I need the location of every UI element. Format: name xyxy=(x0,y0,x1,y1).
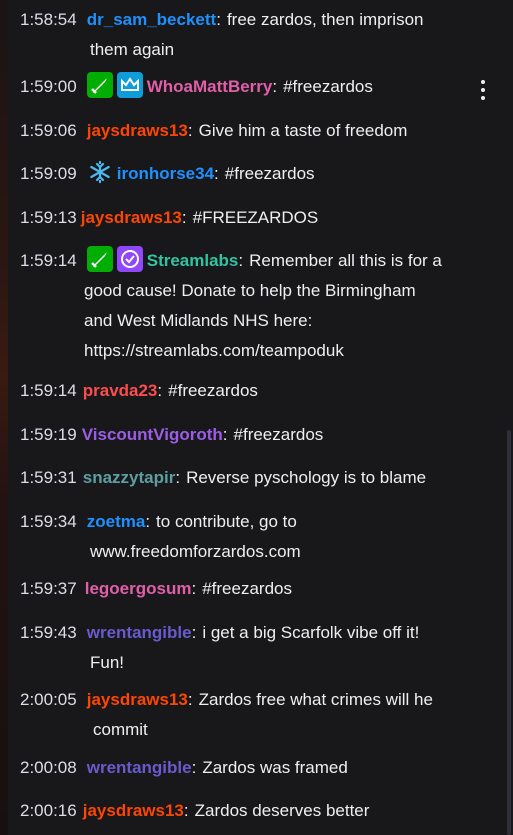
timestamp: 1:59:19 xyxy=(20,425,77,444)
message-text: free zardos, then imprison xyxy=(226,10,424,29)
chat-message: 2:00:16 jaysdraws13: Zardos deserves bette… xyxy=(20,796,490,826)
username[interactable]: Streamlabs xyxy=(147,251,239,270)
timestamp: 1:59:43 xyxy=(20,623,77,642)
username[interactable]: snazzytapir xyxy=(83,468,176,487)
message-text: Zardos was framed xyxy=(202,758,348,777)
message-link[interactable]: https://streamlabs.com/teampoduk xyxy=(20,341,344,360)
message-text-continued: good cause! Donate to help the Birmingha… xyxy=(84,281,416,300)
username[interactable]: jaysdraws13 xyxy=(83,801,184,820)
chat-message: 1:59:06 jaysdraws13: Give him a taste of f… xyxy=(20,116,490,146)
message-text-continued: them again xyxy=(90,40,175,59)
verified-icon[interactable] xyxy=(116,246,143,272)
message-text-continued: Fun! xyxy=(90,653,125,672)
message-text: Remember all this is for a xyxy=(249,251,442,270)
timestamp: 1:58:54 xyxy=(20,10,77,29)
chat-message: 1:59:14 pravda23: #freezardos xyxy=(20,376,490,406)
timestamp: 1:59:09 xyxy=(20,164,77,183)
message-text: #freezardos xyxy=(233,425,324,444)
username[interactable]: jaysdraws13 xyxy=(87,121,188,140)
username[interactable]: jaysdraws13 xyxy=(87,690,188,709)
timestamp: 1:59:14 xyxy=(20,251,77,270)
more-options-icon[interactable] xyxy=(479,78,487,102)
message-text-continued: commit xyxy=(93,720,148,739)
chat-message: 1:58:54 dr_sam_beckett: free zardos, then … xyxy=(20,5,490,65)
message-text: #freezardos xyxy=(283,77,373,96)
timestamp: 1:59:06 xyxy=(20,121,77,140)
message-text: i get a big Scarfolk vibe off it! xyxy=(202,623,420,642)
username[interactable]: ironhorse34 xyxy=(117,164,214,183)
chat-message: 1:59:00 WhoaMattBerry: #freezardos xyxy=(20,72,490,102)
chat-message: 1:59:34 zoetma: to contribute, go to www.f… xyxy=(20,507,490,567)
timestamp: 2:00:05 xyxy=(20,690,77,709)
message-text-continued: and West Midlands NHS here: xyxy=(84,311,313,330)
message-text: to contribute, go to xyxy=(156,512,297,531)
message-text: Give him a taste of freedom xyxy=(198,121,408,140)
sword-icon[interactable] xyxy=(86,246,113,272)
username[interactable]: ViscountVigoroth xyxy=(82,425,223,444)
message-text: Zardos free what crimes will he xyxy=(198,690,433,709)
chat-message: 2:00:08 wrentangible: Zardos was framed xyxy=(20,753,490,783)
chat-message: 1:59:13 jaysdraws13: #FREEZARDOS xyxy=(20,203,490,233)
timestamp: 1:59:00 xyxy=(20,77,77,96)
snowflake-icon[interactable] xyxy=(87,159,113,185)
chat-message: 1:59:43 wrentangible: i get a big Scarfolk… xyxy=(20,618,490,678)
message-text: #FREEZARDOS xyxy=(192,208,319,227)
chat-message: 1:59:31 snazzytapir: Reverse pyschology is… xyxy=(20,463,490,493)
background-stream-edge xyxy=(0,0,8,835)
crown-icon[interactable] xyxy=(116,72,143,98)
timestamp: 1:59:13 xyxy=(20,208,77,227)
message-text: #freezardos xyxy=(202,579,292,598)
timestamp: 2:00:08 xyxy=(20,758,77,777)
message-text: Zardos deserves better xyxy=(194,801,370,820)
message-text: #freezardos xyxy=(168,381,258,400)
username[interactable]: legoergosum xyxy=(85,579,192,598)
timestamp: 2:00:16 xyxy=(20,801,77,820)
chat-message: 2:00:05 jaysdraws13: Zardos free what crim… xyxy=(20,685,490,745)
sword-icon[interactable] xyxy=(86,72,113,98)
message-text: #freezardos xyxy=(224,164,315,183)
username[interactable]: zoetma xyxy=(87,512,146,531)
scrollbar[interactable] xyxy=(507,430,511,835)
message-text-continued: www.freedomforzardos.com xyxy=(90,542,301,561)
chat-list: 1:58:54 dr_sam_beckett: free zardos, then … xyxy=(8,0,505,835)
chat-message: 1:59:09 ironhorse34: #freezardos xyxy=(20,159,490,189)
message-text: Reverse pyschology is to blame xyxy=(186,468,427,487)
username[interactable]: wrentangible xyxy=(87,623,192,642)
username[interactable]: jaysdraws13 xyxy=(81,208,182,227)
timestamp: 1:59:31 xyxy=(20,468,77,487)
timestamp: 1:59:34 xyxy=(20,512,77,531)
chat-message: 1:59:37 legoergosum: #freezardos xyxy=(20,574,490,604)
timestamp: 1:59:14 xyxy=(20,381,77,400)
timestamp: 1:59:37 xyxy=(20,579,77,598)
chat-message: 1:59:19 ViscountVigoroth: #freezardos xyxy=(20,420,490,450)
username[interactable]: pravda23 xyxy=(83,381,158,400)
username[interactable]: WhoaMattBerry xyxy=(147,77,273,96)
chat-message: 1:59:14 Streamlabs: Remember all this is f… xyxy=(20,246,490,366)
username[interactable]: dr_sam_beckett xyxy=(87,10,216,29)
username[interactable]: wrentangible xyxy=(87,758,192,777)
